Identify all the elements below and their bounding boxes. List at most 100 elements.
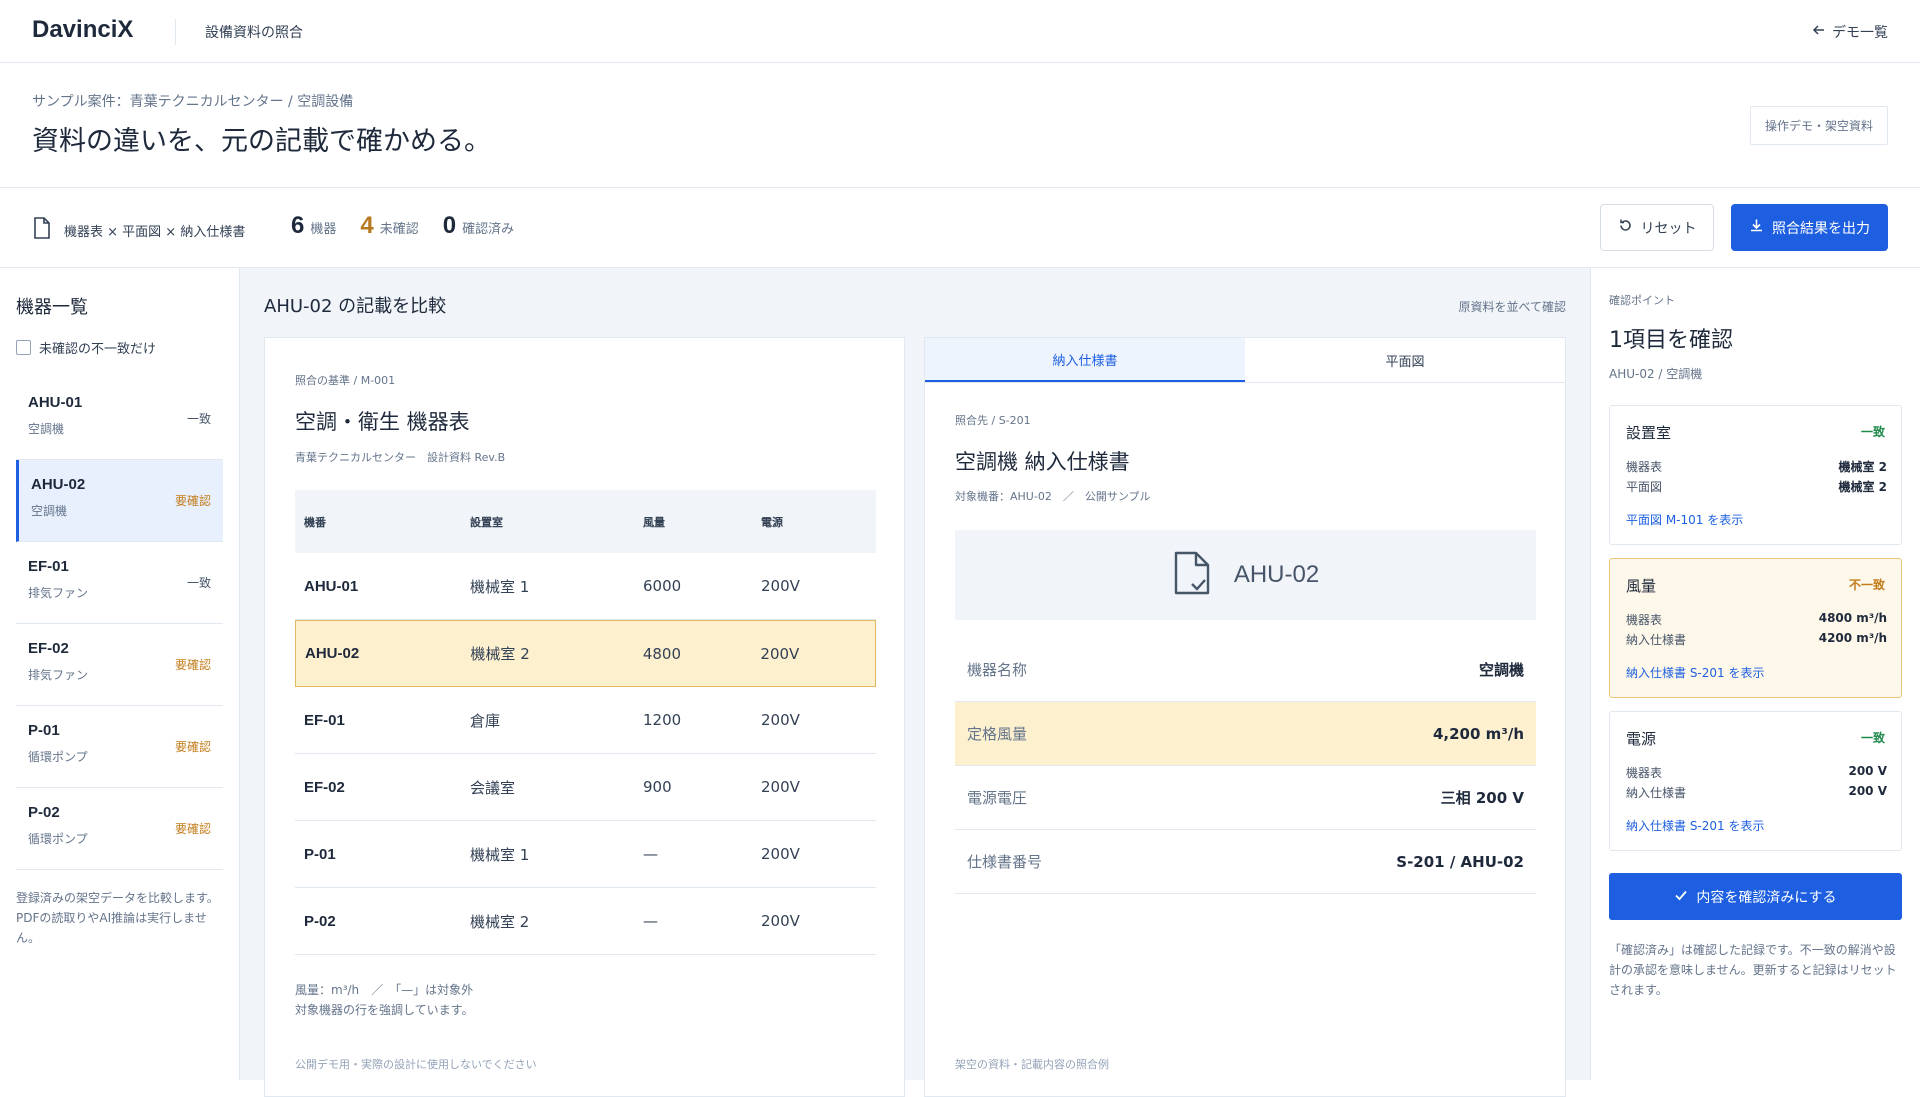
demo-list-link[interactable]: デモ一覧 (1812, 22, 1888, 42)
table-row[interactable]: AHU-01 機械室 1 6000 200V (295, 553, 876, 620)
footnote-highlight: 対象機器の行を強調しています。 (295, 1003, 474, 1017)
equipment-type: 排気ファン (28, 586, 89, 600)
status-badge: 一致 (186, 576, 211, 590)
card-heading: 電源 (1626, 730, 1657, 748)
spec-key: 電源電圧 (967, 789, 1028, 807)
target-doc-meta: 照合先 / S-201 (955, 414, 1031, 427)
sidebar-item-p-01[interactable]: P-01 循環ポンプ 要確認 (16, 706, 223, 788)
stats: 6 機器 4 未確認 0 確認済み (291, 212, 532, 240)
equipment-table: 機番 設置室 風量 電源 AHU-01 機械室 1 6000 200V AHU-… (295, 490, 876, 955)
target-doc-title: 空調機 納入仕様書 (955, 450, 1130, 474)
cell-code: EF-02 (304, 778, 345, 796)
unchecked-filter[interactable]: 未確認の不一致だけ (16, 338, 156, 357)
tab-floor-plan[interactable]: 平面図 (1245, 338, 1565, 382)
check-card-airflow: 風量 不一致 機器表 4800 m³/h 納入仕様書 4200 m³/h 納入仕… (1609, 558, 1902, 698)
cell-room: 倉庫 (470, 711, 501, 730)
cell-room: 会議室 (470, 778, 516, 797)
disclaimer: 公開デモ用・実際の設計に使用しないでください (295, 1058, 537, 1071)
hero-section: サンプル案件：青葉テクニカルセンター / 空調設備 資料の違いを、元の記載で確か… (0, 63, 1920, 188)
status-badge: 一致 (1860, 731, 1885, 745)
row-value: 200 V (1848, 764, 1887, 778)
spec-key: 仕様書番号 (967, 853, 1043, 871)
stat-equipment-label: 機器 (310, 222, 337, 237)
stat-equipment-count: 6 (291, 212, 305, 239)
show-source-link[interactable]: 納入仕様書 S-201 を表示 (1626, 664, 1764, 681)
spec-value: 4,200 m³/h (1432, 724, 1524, 743)
stat-confirmed-count: 0 (442, 212, 457, 239)
check-icon (1674, 888, 1688, 906)
equipment-table-panel: 照合の基準 / M-001 空調・衛生 機器表 青葉テクニカルセンター 設計資料… (264, 337, 905, 1097)
cell-airflow: — (643, 912, 658, 930)
column-header: 風量 (643, 515, 665, 529)
row-value: 4800 m³/h (1818, 611, 1887, 625)
card-row: 納入仕様書 200 V (1626, 784, 1887, 801)
cell-room: 機械室 2 (470, 645, 530, 663)
sidebar-note: 登録済みの架空データを比較します。PDFの読取りやAI推論は実行しません。 (16, 891, 219, 945)
row-key: 平面図 (1626, 480, 1663, 494)
table-row[interactable]: P-02 機械室 2 — 200V (295, 888, 876, 955)
equipment-sidebar: 機器一覧 未確認の不一致だけ AHU-01 空調機 一致 AHU-02 空調機 … (0, 268, 240, 1080)
show-source-link[interactable]: 平面図 M-101 を表示 (1626, 511, 1743, 528)
stat-unchecked-label: 未確認 (379, 222, 419, 237)
status-badge: 要確認 (174, 740, 211, 754)
table-row[interactable]: P-01 機械室 1 — 200V (295, 821, 876, 888)
sidebar-item-ahu-01[interactable]: AHU-01 空調機 一致 (16, 378, 223, 460)
row-value: 200 V (1848, 784, 1887, 798)
summary-bar: 機器表 × 平面図 × 納入仕様書 6 機器 4 未確認 0 確認済み リセット… (0, 188, 1920, 268)
equipment-type: 循環ポンプ (28, 750, 88, 764)
cell-code: AHU-01 (304, 577, 359, 595)
stat-confirmed-label: 確認済み (462, 222, 515, 237)
status-badge: 要確認 (174, 494, 211, 508)
filter-checkbox[interactable] (16, 340, 31, 355)
cell-airflow: 1200 (643, 711, 682, 729)
document-check-icon (1172, 550, 1212, 600)
spec-row: 仕様書番号 S-201 / AHU-02 (955, 830, 1536, 894)
checkpoint-panel: 確認ポイント 1項目を確認 AHU-02 / 空調機 設置室 一致 機器表 機械… (1590, 268, 1920, 1080)
sidebar-item-ef-02[interactable]: EF-02 排気ファン 要確認 (16, 624, 223, 706)
top-bar: DavinciX 設備資料の照合 デモ一覧 (0, 0, 1920, 63)
cell-code: P-02 (304, 912, 336, 930)
cell-airflow: — (643, 845, 658, 863)
row-key: 機器表 (1626, 766, 1663, 780)
equipment-code: P-02 (28, 804, 60, 821)
table-header: 機番 設置室 風量 電源 (295, 490, 876, 553)
card-heading: 風量 (1626, 577, 1657, 595)
status-badge: 一致 (1860, 425, 1885, 439)
status-badge: 不一致 (1848, 578, 1885, 592)
spec-value: 空調機 (1478, 661, 1524, 679)
cell-power: 200V (761, 577, 800, 595)
sidebar-item-ahu-02[interactable]: AHU-02 空調機 要確認 (16, 460, 223, 542)
cell-power: 200V (761, 845, 800, 863)
table-row-highlighted[interactable]: AHU-02 機械室 2 4800 200V (295, 620, 876, 687)
card-row: 機器表 機械室 2 (1626, 458, 1887, 475)
document-icon (32, 216, 52, 244)
disclaimer: 架空の資料・記載内容の照合例 (955, 1058, 1109, 1071)
show-source-link[interactable]: 納入仕様書 S-201 を表示 (1626, 817, 1764, 834)
reset-button[interactable]: リセット (1600, 204, 1714, 251)
cell-airflow: 900 (643, 778, 672, 796)
hero-equipment-code: AHU-02 (1233, 561, 1320, 588)
filter-label: 未確認の不一致だけ (39, 342, 157, 357)
cell-room: 機械室 1 (470, 845, 530, 864)
checkpoint-title: 1項目を確認 (1609, 328, 1733, 353)
sidebar-item-p-02[interactable]: P-02 循環ポンプ 要確認 (16, 788, 223, 870)
sidebar-item-ef-01[interactable]: EF-01 排気ファン 一致 (16, 542, 223, 624)
table-row[interactable]: EF-02 会議室 900 200V (295, 754, 876, 821)
spec-value: S-201 / AHU-02 (1396, 852, 1524, 871)
cell-code: EF-01 (304, 711, 345, 729)
table-footnote: 風量：m³/h ／ 「—」は対象外 対象機器の行を強調しています。 (295, 980, 473, 1020)
app-logo[interactable]: DavinciX (32, 16, 133, 44)
cell-power: 200V (761, 912, 800, 930)
demo-badge: 操作デモ・架空資料 (1749, 106, 1888, 145)
export-button[interactable]: 照合結果を出力 (1731, 204, 1888, 251)
table-row[interactable]: EF-01 倉庫 1200 200V (295, 687, 876, 754)
side-by-side-link[interactable]: 原資料を並べて確認 (1458, 298, 1566, 315)
cell-power: 200V (760, 644, 800, 663)
mark-confirmed-button[interactable]: 内容を確認済みにする (1609, 873, 1902, 920)
sidebar-title: 機器一覧 (16, 297, 88, 318)
checkpoint-kicker: 確認ポイント (1609, 294, 1675, 307)
tab-spec-sheet[interactable]: 納入仕様書 (925, 338, 1245, 382)
compare-area: AHU-02 の記載を比較 原資料を並べて確認 照合の基準 / M-001 空調… (240, 268, 1590, 1097)
equipment-code: AHU-01 (28, 394, 83, 411)
equipment-code: AHU-02 (31, 476, 86, 493)
